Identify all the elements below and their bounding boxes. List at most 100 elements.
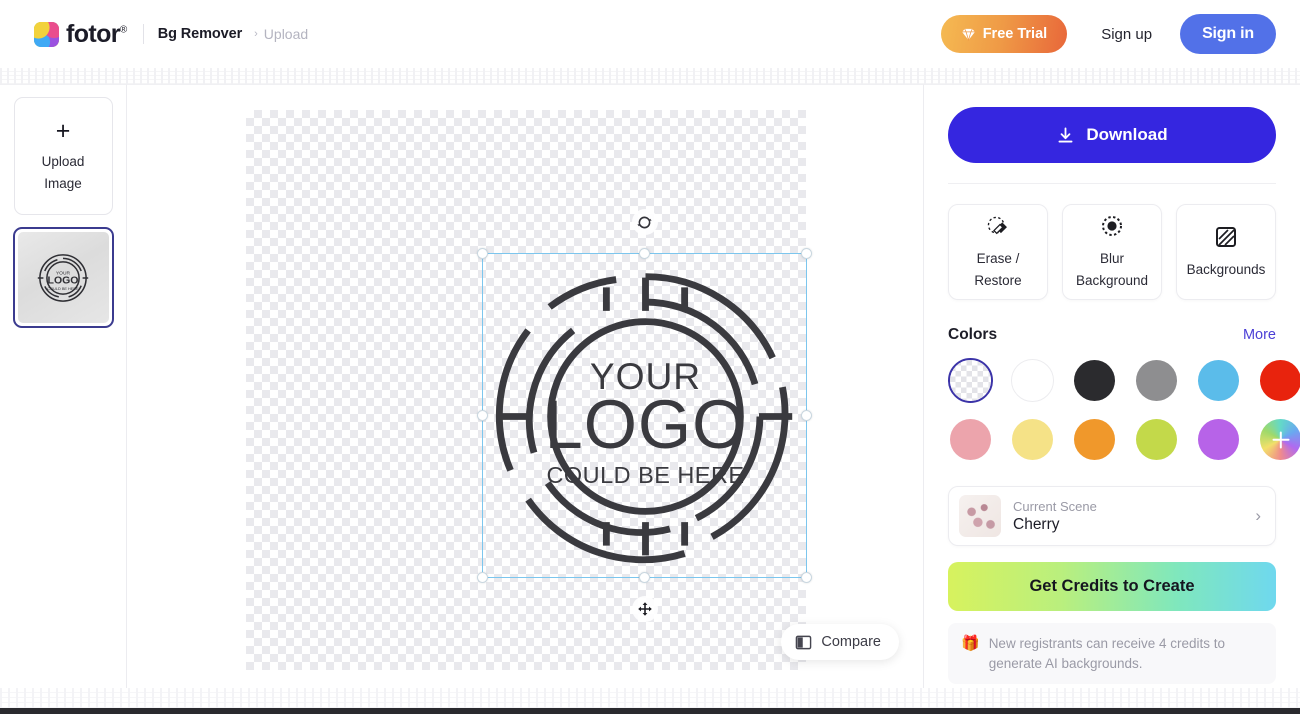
compare-button[interactable]: Compare bbox=[781, 624, 899, 660]
color-swatch-transparent[interactable] bbox=[948, 358, 993, 403]
resize-handle-top-center[interactable] bbox=[638, 248, 650, 259]
brand[interactable]: fotor® bbox=[34, 19, 127, 48]
header-texture-band bbox=[0, 68, 1300, 84]
scene-thumbnail bbox=[959, 495, 1001, 537]
color-swatch-orange[interactable] bbox=[1072, 417, 1117, 462]
footer-texture-band bbox=[0, 688, 1300, 708]
get-credits-button[interactable]: Get Credits to Create bbox=[948, 562, 1276, 611]
download-icon bbox=[1058, 126, 1073, 142]
compare-label: Compare bbox=[821, 634, 881, 650]
color-swatch-purple[interactable] bbox=[1196, 417, 1241, 462]
color-swatch-light-yellow[interactable] bbox=[1010, 417, 1055, 462]
color-swatch-white[interactable] bbox=[1010, 358, 1055, 403]
chevron-right-icon: › bbox=[1255, 506, 1261, 525]
brand-name-text: fotor bbox=[66, 19, 121, 48]
rotate-icon bbox=[637, 216, 652, 228]
logo-text-line3: COULD BE HERE bbox=[546, 462, 744, 488]
color-swatch-yellow-green[interactable] bbox=[1134, 417, 1179, 462]
resize-handle-bottom-left[interactable] bbox=[477, 572, 488, 583]
swatch-fill bbox=[1198, 360, 1239, 401]
credits-notice-text: New registrants can receive 4 credits to… bbox=[988, 636, 1226, 671]
resize-handle-middle-right[interactable] bbox=[801, 409, 812, 421]
compare-icon bbox=[796, 635, 812, 649]
svg-text:COULD BE HERE: COULD BE HERE bbox=[47, 286, 79, 290]
tool-backgrounds[interactable]: Backgrounds bbox=[1176, 204, 1276, 300]
scene-label: Current Scene bbox=[1013, 498, 1097, 514]
plus-icon bbox=[1260, 419, 1300, 460]
app-header: fotor® Bg Remover › Upload Free Trial Si… bbox=[0, 0, 1300, 68]
swatch-fill bbox=[1012, 419, 1053, 460]
download-button[interactable]: Download bbox=[948, 107, 1276, 163]
selection-box[interactable]: YOUR LOGO COULD BE HERE bbox=[477, 209, 812, 622]
svg-text:LOGO: LOGO bbox=[48, 274, 79, 286]
breadcrumb-separator-icon: › bbox=[254, 28, 258, 40]
rotate-handle[interactable] bbox=[631, 209, 658, 235]
swatch-fill bbox=[1260, 360, 1300, 401]
image-thumbnail-item[interactable]: YOUR LOGO COULD BE HERE bbox=[12, 227, 114, 328]
tool-erase-restore-label: Erase / bbox=[976, 250, 1020, 266]
move-icon bbox=[637, 602, 652, 616]
color-swatch-custom-add[interactable] bbox=[1258, 417, 1300, 462]
resize-handle-top-right[interactable] bbox=[801, 248, 812, 259]
brand-registered-mark: ® bbox=[119, 24, 127, 36]
resize-handle-bottom-center[interactable] bbox=[638, 572, 650, 583]
logo-text-line2: LOGO bbox=[545, 386, 747, 463]
editor-canvas[interactable]: YOUR LOGO COULD BE HERE Compare bbox=[127, 84, 923, 688]
tool-erase-restore[interactable]: Erase / Restore bbox=[948, 204, 1048, 300]
free-trial-button[interactable]: Free Trial bbox=[940, 15, 1068, 53]
thumbnail-preview: YOUR LOGO COULD BE HERE bbox=[17, 232, 109, 323]
current-scene-card[interactable]: Current Scene Cherry › bbox=[948, 486, 1276, 546]
right-panel: Download Erase / Restore Blur Background… bbox=[923, 84, 1300, 688]
scene-value: Cherry bbox=[1013, 515, 1060, 533]
color-swatch-light-blue[interactable] bbox=[1196, 358, 1241, 403]
panel-divider bbox=[948, 183, 1276, 184]
transparent-canvas-background: YOUR LOGO COULD BE HERE bbox=[246, 110, 812, 670]
tool-blur-label: Blur bbox=[1099, 250, 1124, 266]
color-swatch-black[interactable] bbox=[1072, 358, 1117, 403]
sign-up-button[interactable]: Sign up bbox=[1101, 26, 1152, 43]
upload-image-button[interactable]: + Upload Image bbox=[13, 97, 113, 215]
colors-more-link[interactable]: More bbox=[1243, 327, 1276, 343]
gift-icon: 🎁 bbox=[961, 635, 980, 652]
tool-erase-restore-label2: Restore bbox=[974, 273, 1022, 288]
color-swatch-gray[interactable] bbox=[1134, 358, 1179, 403]
color-swatch-red[interactable] bbox=[1258, 358, 1300, 403]
download-label: Download bbox=[1086, 125, 1168, 144]
plus-icon: + bbox=[55, 116, 71, 145]
credits-notice: 🎁 New registrants can receive 4 credits … bbox=[948, 623, 1276, 685]
resize-handle-bottom-right[interactable] bbox=[801, 572, 812, 583]
left-sidebar: + Upload Image YOUR LOGO COULD BE HERE bbox=[0, 84, 127, 688]
breadcrumb-current: Upload bbox=[263, 26, 309, 42]
swatch-fill bbox=[950, 419, 991, 460]
swatch-fill bbox=[1198, 419, 1239, 460]
footer-bar bbox=[0, 708, 1300, 714]
swatch-fill bbox=[1136, 419, 1177, 460]
fotor-logo-icon bbox=[34, 21, 59, 47]
eraser-icon bbox=[986, 214, 1010, 238]
header-actions: Free Trial Sign up Sign in bbox=[940, 14, 1276, 54]
hatched-square-icon bbox=[1215, 225, 1237, 249]
tool-cards: Erase / Restore Blur Background Backgrou… bbox=[948, 204, 1276, 300]
header-divider bbox=[142, 24, 144, 44]
app-root: fotor® Bg Remover › Upload Free Trial Si… bbox=[0, 0, 1300, 714]
resize-handle-middle-left[interactable] bbox=[477, 409, 488, 421]
tool-backgrounds-label: Backgrounds bbox=[1186, 261, 1266, 277]
tool-blur-label2: Background bbox=[1075, 273, 1149, 288]
free-trial-label: Free Trial bbox=[982, 26, 1048, 42]
brand-name: fotor® bbox=[66, 19, 127, 48]
color-swatch-pink[interactable] bbox=[948, 417, 993, 462]
sign-in-button[interactable]: Sign in bbox=[1180, 14, 1276, 54]
swatch-fill bbox=[1011, 359, 1054, 402]
move-handle[interactable] bbox=[631, 596, 658, 622]
resize-handle-top-left[interactable] bbox=[477, 248, 488, 259]
scene-text: Current Scene Cherry bbox=[1013, 499, 1097, 534]
swatch-fill bbox=[1074, 419, 1115, 460]
swatch-fill bbox=[1136, 360, 1177, 401]
color-swatch-row-2 bbox=[948, 417, 1300, 462]
upload-label-line1: Upload bbox=[41, 153, 85, 169]
colors-header: Colors More bbox=[948, 326, 1276, 344]
thumbnail-logo-icon: YOUR LOGO COULD BE HERE bbox=[37, 253, 89, 302]
blur-circle-icon bbox=[1101, 214, 1123, 238]
tool-blur-background[interactable]: Blur Background bbox=[1062, 204, 1162, 300]
tool-name[interactable]: Bg Remover bbox=[158, 26, 243, 42]
